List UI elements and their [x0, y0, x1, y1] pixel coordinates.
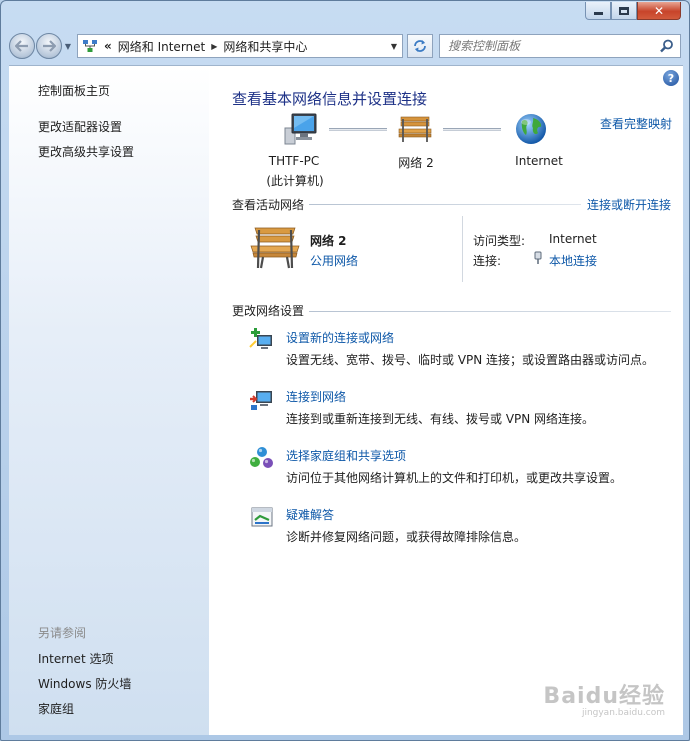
sidebar-link-control-panel-home[interactable]: 控制面板主页	[38, 82, 110, 99]
node-sublabel-pc: (此计算机)	[266, 174, 324, 188]
sidebar: 控制面板主页 更改适配器设置 更改高级共享设置 另请参阅 Internet 选项…	[9, 65, 209, 735]
new-connection-icon[interactable]	[249, 328, 275, 352]
search-icon[interactable]	[660, 39, 674, 53]
caption-buttons: ✕	[585, 2, 681, 20]
task-link-troubleshoot[interactable]: 疑难解答	[286, 506, 334, 523]
task-desc-setup-connection: 设置无线、宽带、拨号、临时或 VPN 连接；或设置路由器或访问点。	[286, 353, 655, 367]
change-settings-heading: 更改网络设置	[232, 304, 305, 318]
refresh-icon	[414, 40, 426, 52]
network-type-link[interactable]: 公用网络	[310, 252, 358, 269]
task-desc-troubleshoot: 诊断并修复网络问题，或获得故障排除信息。	[286, 530, 527, 544]
forward-arrow-icon	[43, 40, 56, 52]
section-divider	[309, 311, 671, 312]
node-label-network: 网络 2	[398, 156, 434, 170]
task-link-setup-connection[interactable]: 设置新的连接或网络	[286, 329, 394, 346]
computer-icon[interactable]	[283, 112, 319, 146]
address-segment-sharing-center[interactable]: 网络和共享中心	[223, 38, 307, 55]
homegroup-icon[interactable]	[249, 446, 275, 470]
connection-line-network-internet	[443, 128, 501, 131]
task-link-connect-network[interactable]: 连接到网络	[286, 388, 346, 405]
maximize-icon	[619, 6, 629, 15]
address-bar[interactable]: « 网络和 Internet ▶ 网络和共享中心 ▼	[77, 34, 403, 58]
page-title: 查看基本网络信息并设置连接	[232, 90, 428, 108]
help-icon[interactable]: ?	[663, 70, 679, 86]
node-label-internet: Internet	[515, 154, 563, 168]
access-type-value: Internet	[549, 232, 597, 246]
close-button[interactable]: ✕	[637, 2, 681, 20]
sidebar-link-internet-options[interactable]: Internet 选项	[38, 650, 113, 667]
connect-disconnect-link[interactable]: 连接或断开连接	[587, 196, 671, 213]
active-network-name: 网络 2	[310, 234, 347, 248]
baidu-watermark: Baidu经验 jingyan.baidu.com	[543, 678, 665, 718]
section-divider	[309, 204, 581, 205]
forward-button[interactable]	[36, 33, 62, 59]
local-connection-link[interactable]: 本地连接	[549, 252, 597, 269]
refresh-button[interactable]	[407, 34, 433, 58]
chevron-right-icon[interactable]: ▶	[211, 42, 217, 51]
navigation-bar: ▼ « 网络和 Internet ▶ 网络和共享中心 ▼	[9, 33, 683, 59]
address-dropdown-button[interactable]: ▼	[386, 35, 402, 57]
control-panel-window: ✕ ▼ « 网络和 Internet ▶ 网络和共享中心 ▼ 搜索控制面板 控制…	[0, 0, 690, 741]
sidebar-link-advanced-sharing[interactable]: 更改高级共享设置	[38, 143, 134, 160]
connection-line-pc-network	[329, 128, 387, 131]
active-networks-heading: 查看活动网络	[232, 198, 305, 212]
sidebar-link-windows-firewall[interactable]: Windows 防火墙	[38, 675, 131, 692]
address-overflow-chevron[interactable]: «	[104, 39, 112, 53]
recent-pages-dropdown[interactable]: ▼	[63, 42, 73, 51]
sidebar-link-homegroup[interactable]: 家庭组	[38, 700, 74, 717]
task-desc-connect-network: 连接到或重新连接到无线、有线、拨号或 VPN 网络连接。	[286, 412, 595, 426]
sidebar-link-adapter-settings[interactable]: 更改适配器设置	[38, 118, 122, 135]
public-network-bench-icon[interactable]	[249, 226, 301, 270]
connect-network-icon[interactable]	[249, 387, 275, 411]
ethernet-plug-icon	[534, 251, 542, 264]
access-type-label: 访问类型:	[473, 234, 526, 248]
watermark-main: Baidu经验	[543, 684, 665, 709]
maximize-button[interactable]	[611, 2, 637, 20]
node-label-pc: THTF-PC	[268, 154, 320, 168]
address-segment-network-internet[interactable]: 网络和 Internet	[118, 38, 205, 55]
active-network-divider	[462, 216, 463, 282]
minimize-icon	[593, 11, 603, 15]
close-icon: ✕	[653, 3, 665, 18]
connections-label: 连接:	[473, 254, 502, 268]
back-button[interactable]	[9, 33, 35, 59]
task-link-homegroup-sharing[interactable]: 选择家庭组和共享选项	[286, 447, 406, 464]
see-also-heading: 另请参阅	[38, 626, 87, 640]
bench-icon[interactable]	[397, 114, 433, 144]
back-arrow-icon	[15, 40, 28, 52]
task-desc-homegroup-sharing: 访问位于其他网络计算机上的文件和打印机，或更改共享设置。	[286, 471, 623, 485]
main-content: ? 查看基本网络信息并设置连接 查看完整映射 THTF-PC (此计算机) 网络…	[209, 65, 683, 735]
search-box[interactable]	[439, 34, 681, 58]
see-full-map-link[interactable]: 查看完整映射	[600, 115, 672, 132]
network-center-icon	[83, 40, 97, 52]
troubleshoot-icon[interactable]	[249, 506, 275, 530]
globe-icon[interactable]	[514, 112, 548, 146]
search-input[interactable]	[448, 39, 648, 53]
minimize-button[interactable]	[585, 2, 611, 20]
